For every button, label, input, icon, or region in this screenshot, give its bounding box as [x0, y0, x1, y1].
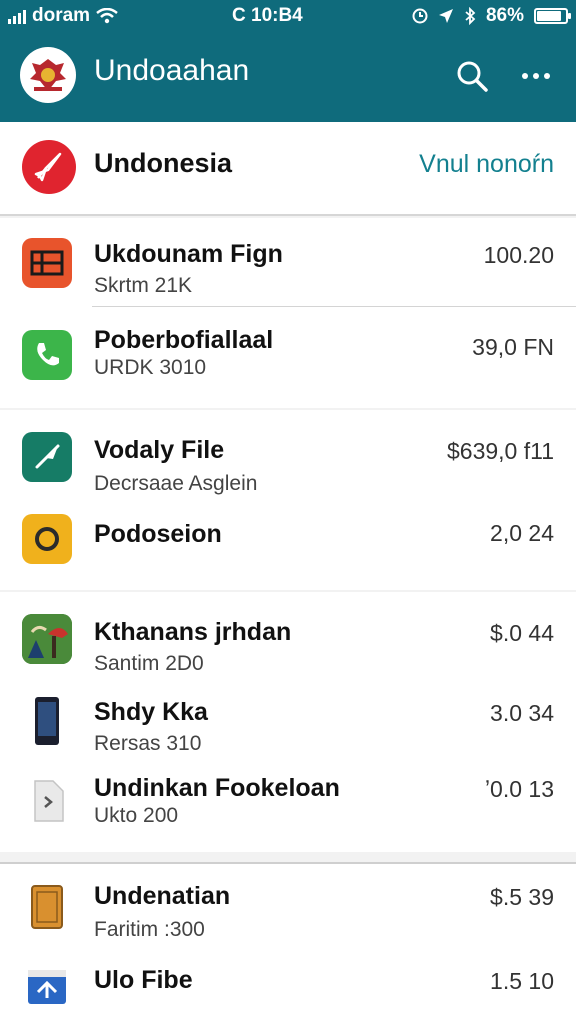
alarm-icon	[412, 8, 428, 24]
app-title: Undoaahan	[94, 54, 250, 87]
more-icon	[522, 73, 528, 79]
item-subtitle: Rersas 310	[94, 732, 202, 755]
item-title: Undinkan Fookeloan	[94, 774, 340, 802]
more-button[interactable]	[518, 58, 554, 94]
item-value: 100.20	[483, 242, 554, 268]
item-subtitle: Santim 2D0	[94, 652, 204, 675]
send-icon	[22, 432, 72, 482]
emblem-icon	[30, 59, 66, 91]
header-title: Undonesia	[94, 148, 233, 178]
device-icon	[22, 696, 72, 746]
item-value: $.5 39	[490, 884, 554, 910]
item-title: Undenatian	[94, 882, 231, 910]
carrier-label: doram	[32, 5, 91, 26]
header-action-link[interactable]: Vnul nonoŕn	[419, 150, 554, 179]
divider	[92, 306, 576, 307]
bluetooth-icon	[465, 7, 476, 25]
game-icon	[22, 614, 72, 664]
item-value: 1.5 10	[490, 968, 554, 994]
book-icon	[22, 882, 72, 932]
item-title: Kthanans jrhdan	[94, 618, 292, 646]
rocket-icon	[22, 140, 76, 194]
item-subtitle: Ukto 200	[94, 804, 179, 827]
item-title: Podoseion	[94, 520, 222, 548]
clock: C 10:B4	[232, 5, 303, 26]
battery-icon	[534, 8, 571, 24]
item-subtitle: Faritim :300	[94, 918, 205, 941]
item-subtitle: Skrtm 21K	[94, 274, 193, 297]
item-subtitle: Decrsaae Asglein	[94, 472, 258, 495]
phone-icon	[22, 330, 72, 380]
list-group	[0, 410, 576, 590]
signal-icon	[8, 8, 26, 24]
battery-level	[537, 11, 561, 21]
item-title: Shdy Kka	[94, 698, 208, 726]
status-bar: doram C 10:B4 86%	[0, 0, 576, 34]
item-value: 39,0 FN	[472, 334, 554, 360]
item-title: Poberbofiallaal	[94, 326, 274, 354]
item-value: 3.0 34	[490, 700, 554, 726]
item-subtitle: URDK 3010	[94, 356, 207, 379]
item-value: $639,0 f11	[446, 438, 554, 464]
battery-percent: 86%	[485, 5, 524, 26]
item-value: 2,0 24	[490, 520, 554, 546]
item-title: Vodaly File	[94, 436, 225, 464]
camera-icon	[22, 514, 72, 564]
upload-icon	[22, 962, 72, 1012]
item-title: Ulo Fibe	[94, 966, 193, 994]
item-title: Ukdounam Fign	[94, 240, 283, 268]
location-icon	[438, 9, 453, 23]
file-icon	[22, 776, 72, 826]
wifi-icon	[96, 8, 118, 24]
item-value: ʼ0.0 13	[484, 776, 554, 802]
emblem-logo[interactable]	[20, 47, 76, 103]
item-value: $.0 44	[490, 620, 554, 646]
keyboard-icon	[22, 238, 72, 288]
search-button[interactable]	[454, 58, 490, 94]
search-icon	[457, 61, 488, 92]
